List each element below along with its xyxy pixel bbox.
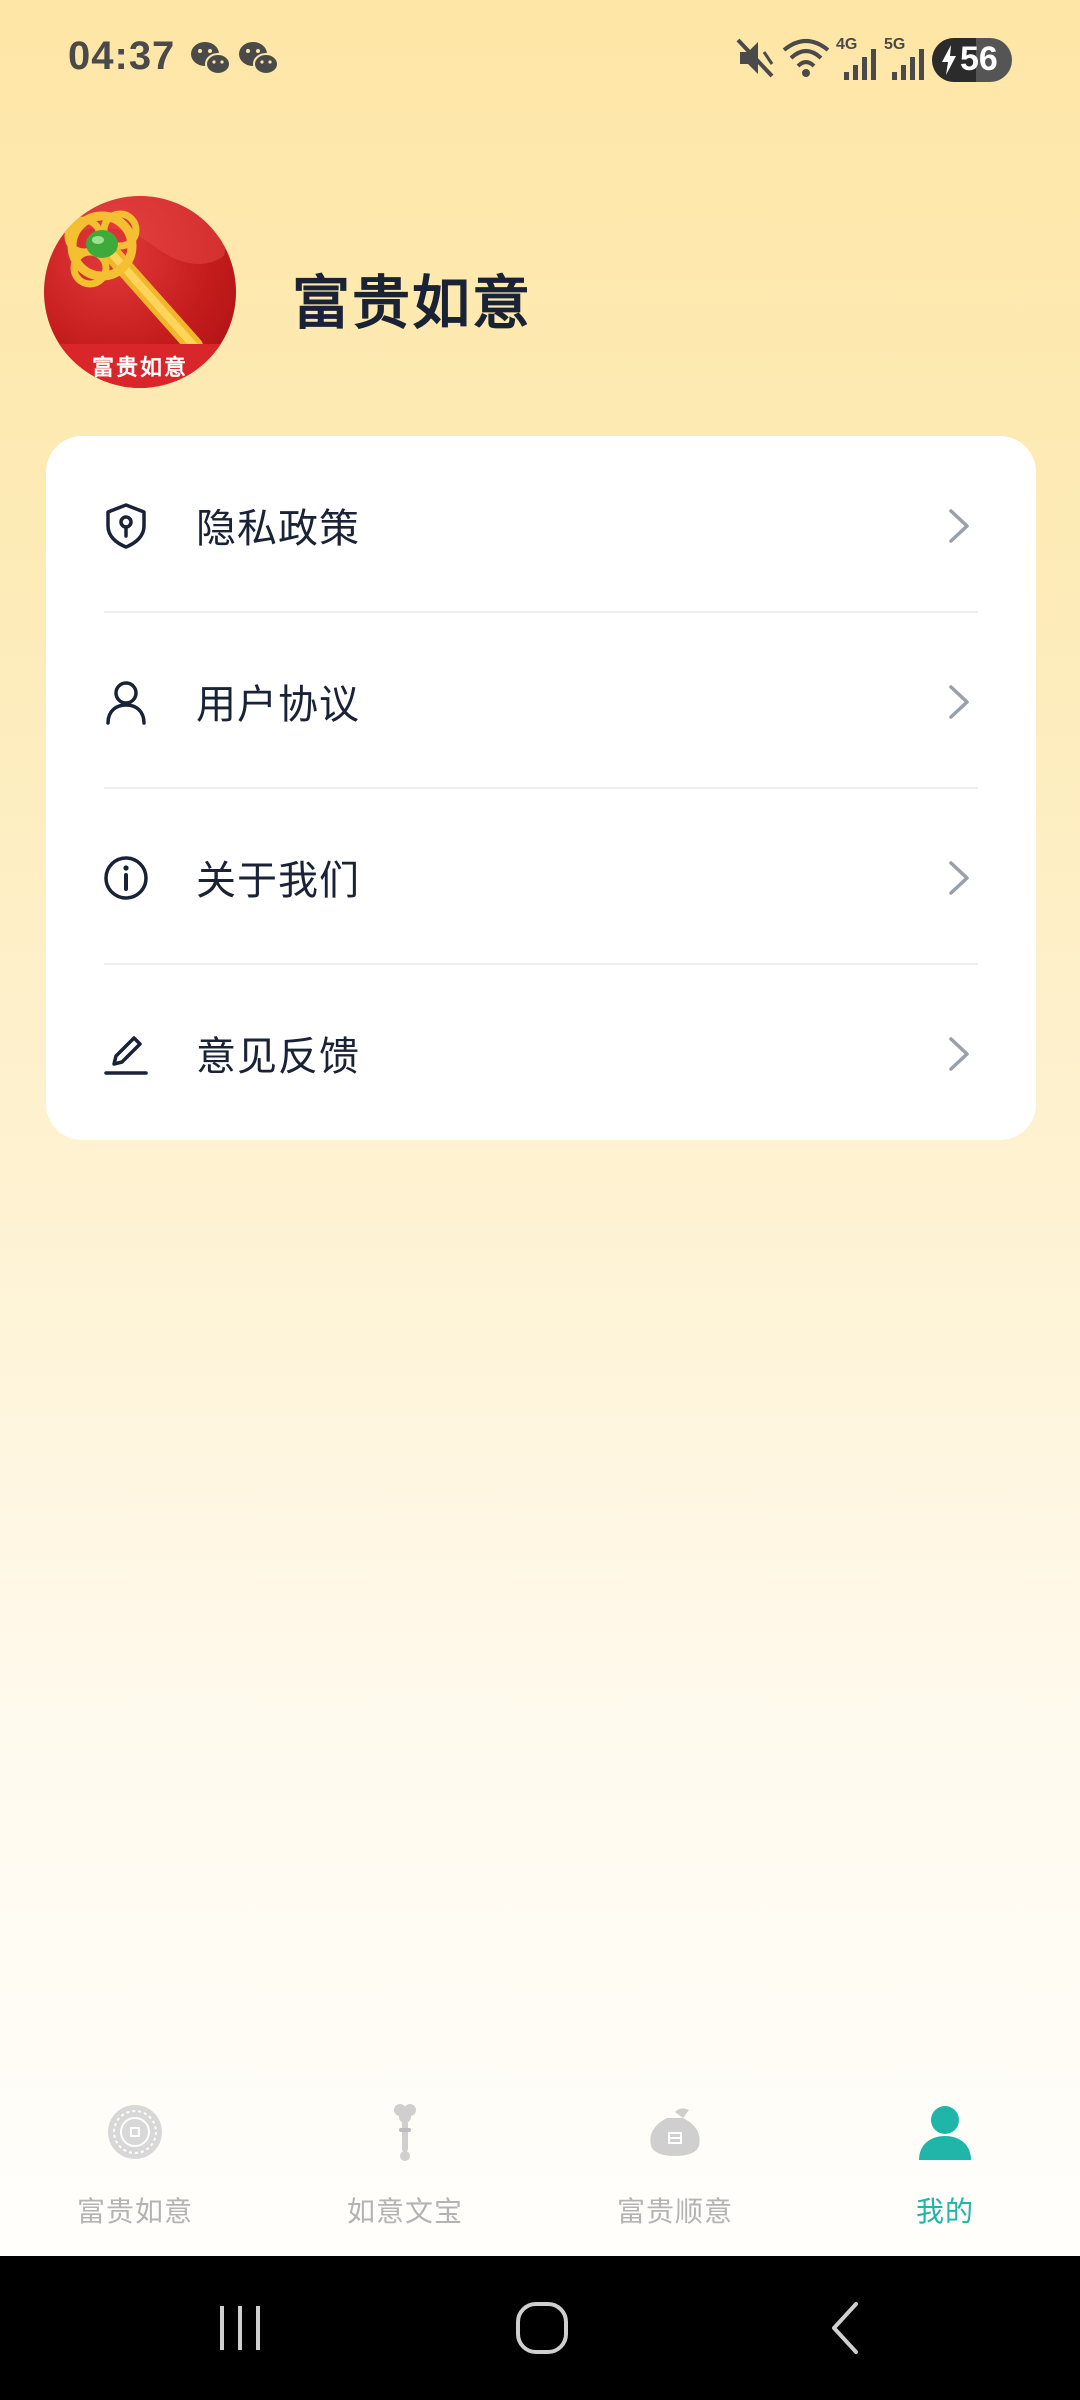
menu-item-label: 意见反馈	[196, 1034, 360, 1080]
chevron-right-icon	[949, 1037, 969, 1071]
back-icon	[832, 2302, 858, 2354]
bottom-tab-bar: 富贵如意 如意文宝 富贵顺意 我的	[0, 2080, 1080, 2256]
home-button[interactable]	[462, 2256, 622, 2400]
menu-item-label: 用户协议	[196, 682, 360, 728]
back-button[interactable]	[766, 2256, 926, 2400]
avatar-text: 富贵如意	[91, 356, 188, 381]
status-time: 04:37	[68, 34, 176, 78]
battery-charging-icon: 56	[932, 38, 1012, 82]
tab-fugui-shunyi[interactable]: 富贵顺意	[540, 2080, 810, 2256]
menu-item-user-agreement[interactable]: 用户协议	[46, 612, 1036, 788]
recent-apps-button[interactable]	[160, 2256, 320, 2400]
tab-label: 我的	[915, 2195, 974, 2228]
chevron-right-icon	[949, 861, 969, 895]
person-icon	[919, 2106, 971, 2160]
wechat-icon	[239, 42, 279, 75]
shield-keyhole-icon	[106, 503, 146, 549]
avatar[interactable]: 富贵如意	[44, 196, 236, 388]
profile-name: 富贵如意	[292, 269, 533, 337]
menu-card: 隐私政策 用户协议 关于我们 意见反馈	[46, 436, 1036, 1140]
chevron-right-icon	[949, 509, 969, 543]
menu-item-about-us[interactable]: 关于我们	[46, 788, 1036, 964]
wechat-icon	[191, 42, 231, 75]
tab-label: 富贵顺意	[616, 2195, 733, 2228]
screen: 04:37 4G 5G 56 富贵如意 富贵如意 隐私政策 用户协议 关于我们 …	[0, 0, 1080, 2400]
info-icon	[104, 856, 148, 900]
tab-label: 如意文宝	[346, 2195, 463, 2228]
recent-apps-icon	[220, 2306, 260, 2350]
tab-mine[interactable]: 我的	[810, 2080, 1080, 2256]
bolt-icon	[942, 45, 956, 75]
tab-ruyi-wenbao[interactable]: 如意文宝	[270, 2080, 540, 2256]
signal-5g-icon: 5G	[884, 36, 928, 80]
chevron-right-icon	[949, 685, 969, 719]
system-nav-bar	[0, 2256, 1080, 2400]
user-icon	[106, 681, 146, 725]
home-icon	[516, 2302, 568, 2354]
tab-label: 富贵如意	[76, 2195, 193, 2228]
mute-icon	[736, 38, 774, 78]
tab-home[interactable]: 富贵如意	[0, 2080, 270, 2256]
menu-item-feedback[interactable]: 意见反馈	[46, 964, 1036, 1140]
menu-item-privacy-policy[interactable]: 隐私政策	[46, 436, 1036, 612]
money-bag-icon	[650, 2108, 700, 2156]
battery-level: 56	[960, 40, 998, 78]
menu-item-label: 隐私政策	[196, 506, 360, 552]
signal-4g-icon: 4G	[836, 36, 880, 80]
menu-item-label: 关于我们	[196, 858, 360, 904]
coin-icon	[108, 2105, 162, 2159]
wifi-icon	[782, 39, 830, 77]
ruyi-scepter-icon	[394, 2104, 416, 2161]
status-bar: 04:37 4G 5G 56	[0, 0, 1080, 120]
edit-pen-icon	[104, 1036, 148, 1075]
